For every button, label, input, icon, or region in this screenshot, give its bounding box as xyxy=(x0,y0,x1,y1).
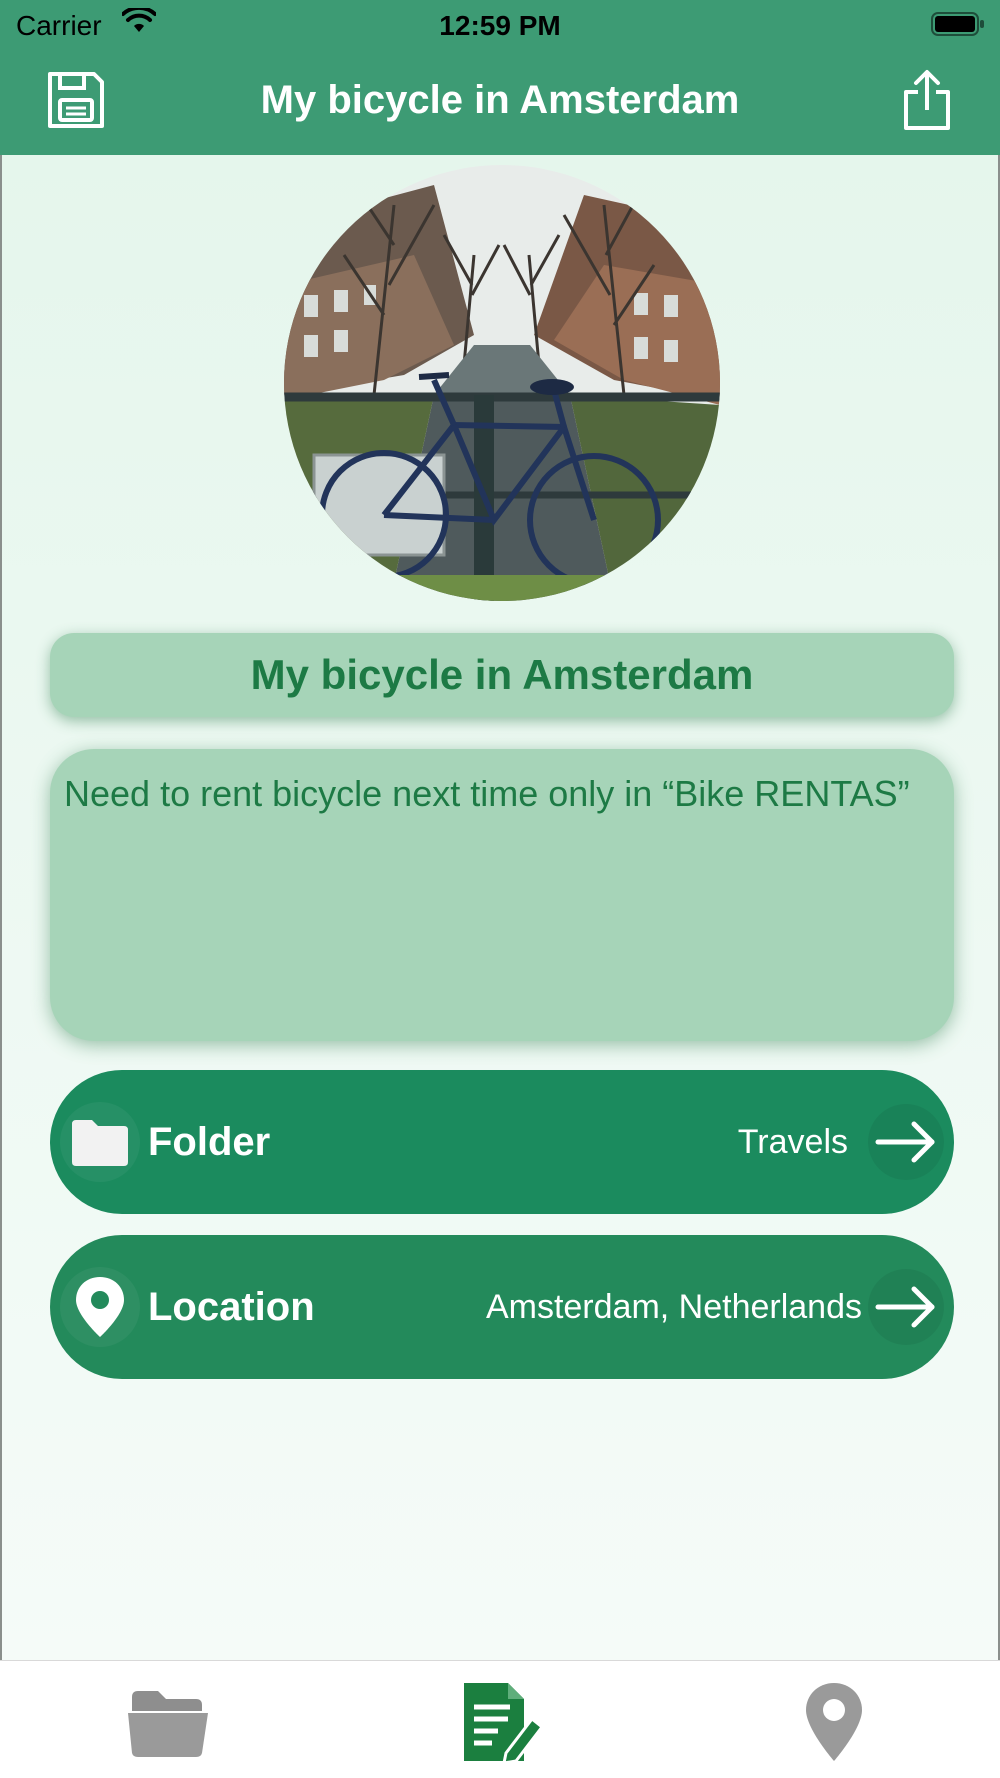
folder-row-button[interactable]: Folder Travels xyxy=(50,1070,954,1214)
status-bar: Carrier 12:59 PM xyxy=(0,0,1000,52)
location-label: Location xyxy=(148,1285,315,1329)
note-body-field[interactable]: Need to rent bicycle next time only in “… xyxy=(50,749,954,1041)
folder-label: Folder xyxy=(148,1120,271,1164)
share-icon xyxy=(900,70,954,136)
location-pin-icon xyxy=(784,1683,884,1771)
arrow-right-icon xyxy=(868,1269,944,1345)
share-button[interactable] xyxy=(900,68,954,137)
tab-notes[interactable] xyxy=(450,1677,550,1767)
tab-folders[interactable] xyxy=(118,1677,218,1767)
battery-icon xyxy=(930,10,986,45)
tab-bar xyxy=(0,1660,1000,1778)
tab-map[interactable] xyxy=(784,1677,884,1767)
page-title: My bicycle in Amsterdam xyxy=(260,78,740,122)
note-edit-icon xyxy=(450,1683,550,1771)
folder-icon xyxy=(118,1691,218,1771)
note-photo[interactable] xyxy=(284,165,720,601)
location-value: Amsterdam, Netherlands xyxy=(485,1288,862,1326)
note-title-field[interactable]: My bicycle in Amsterdam xyxy=(50,633,954,717)
clock-label: 12:59 PM xyxy=(439,10,561,41)
folder-icon xyxy=(60,1102,140,1182)
location-pin-icon xyxy=(60,1267,140,1347)
navigation-header: Carrier 12:59 PM My bicycle in Amsterdam xyxy=(0,0,1000,155)
location-row-button[interactable]: Location Amsterdam, Netherlands xyxy=(50,1235,954,1379)
folder-value: Travels xyxy=(737,1123,848,1161)
note-detail-content: My bicycle in Amsterdam Need to rent bic… xyxy=(0,155,1000,1660)
arrow-right-icon xyxy=(868,1104,944,1180)
